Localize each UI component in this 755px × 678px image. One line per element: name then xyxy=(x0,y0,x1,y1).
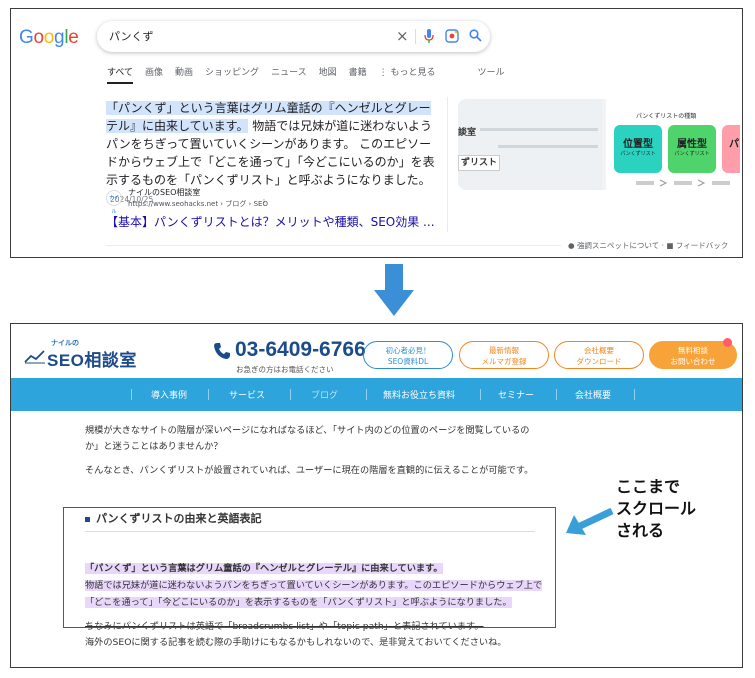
newsletter-signup-button[interactable]: 最新情報 メルマガ登録 xyxy=(459,341,549,369)
type-box-title: 位置型 xyxy=(623,139,653,150)
pointer-arrow-icon xyxy=(566,507,614,535)
button-line: ダウンロード xyxy=(576,357,622,366)
company-profile-download-button[interactable]: 会社概要 ダウンロード xyxy=(554,341,644,369)
down-arrow-icon xyxy=(374,264,414,316)
tools-button[interactable]: ツール xyxy=(478,65,505,84)
tab-books[interactable]: 書籍 xyxy=(349,65,367,84)
tab-maps[interactable]: 地図 xyxy=(319,65,337,84)
google-logo[interactable]: Google xyxy=(19,27,79,49)
type-box-title: 属性型 xyxy=(677,139,707,150)
text-line: 海外のSEOに関する記事を読む際の手助けにもなるかもしれないので、是非覚えておい… xyxy=(85,637,507,648)
google-logo-letter: G xyxy=(19,27,34,48)
text-line: か」と迷うことはありませんか？ xyxy=(85,441,223,452)
nav-case-studies[interactable]: 導入事例 xyxy=(151,388,187,401)
annotation-line: される xyxy=(616,521,665,540)
search-icon[interactable] xyxy=(469,29,482,42)
google-logo-letter: o xyxy=(43,27,55,48)
scroll-target-highlight-box xyxy=(63,507,556,628)
tab-images[interactable]: 画像 xyxy=(145,65,163,84)
nav-separator xyxy=(366,389,367,400)
notification-dot xyxy=(723,338,732,347)
thumbnail-left: 談室 ずリスト xyxy=(458,99,602,190)
type-box-sub: パンくずリスト xyxy=(674,151,710,157)
type-box-attribute: 属性型 パンくずリスト xyxy=(668,125,716,173)
phone-number[interactable]: 03-6409-6766 xyxy=(235,338,366,362)
google-logo-letter: e xyxy=(68,27,79,48)
microphone-icon[interactable] xyxy=(424,29,434,44)
feedback-icon: ■ xyxy=(666,241,674,250)
feedback-link[interactable]: フィードバック xyxy=(676,241,728,250)
more-options-icon[interactable]: ⋮ xyxy=(260,198,268,208)
type-box-third: パ xyxy=(722,125,740,173)
nav-seminars[interactable]: セミナー xyxy=(498,388,534,401)
nav-blog[interactable]: ブログ xyxy=(311,388,338,401)
nav-separator xyxy=(556,389,557,400)
google-logo-letter: o xyxy=(33,27,44,48)
tab-news[interactable]: ニュース xyxy=(271,65,307,84)
phone-icon xyxy=(214,343,230,359)
button-line: 会社概要 xyxy=(584,346,614,355)
tab-videos[interactable]: 動画 xyxy=(175,65,193,84)
site-name: ナイルのSEO相談室 xyxy=(128,188,201,197)
button-line: 最新情報 xyxy=(489,346,519,355)
about-snippets-link[interactable]: 強調スニペットについて xyxy=(577,241,659,250)
divider xyxy=(415,29,416,44)
divider xyxy=(106,245,561,246)
nav-services[interactable]: サービス xyxy=(229,388,265,401)
nav-separator xyxy=(131,389,132,400)
tab-all[interactable]: すべて xyxy=(107,65,134,84)
snippet-thumbnail[interactable]: 談室 ずリスト パンくずリストの種類 位置型 パンくずリスト 属性型 パンくずリ… xyxy=(458,99,740,190)
thumbnail-label: ずリスト xyxy=(458,155,500,171)
type-box-title: パ xyxy=(729,139,739,150)
nav-free-resources[interactable]: 無料お役立ち資料 xyxy=(383,388,455,401)
nav-separator xyxy=(290,389,291,400)
site-logo[interactable]: SEO相談室 xyxy=(47,346,137,371)
tab-shopping[interactable]: ショッピング xyxy=(205,65,259,84)
site-url: https://www.seohacks.net › ブログ › SEO xyxy=(128,200,268,208)
button-line: お問い合わせ xyxy=(670,357,716,366)
chart-logo-icon xyxy=(24,350,45,364)
type-box-sub: パンくずリスト xyxy=(620,151,656,157)
nav-company[interactable]: 会社概要 xyxy=(575,388,611,401)
button-line: 初心者必見！ xyxy=(385,346,431,355)
intro-paragraph: 規模が大きなサイトの階層が深いページになればなるほど、「サイト内のどの位置のペー… xyxy=(85,423,529,455)
button-line: メルマガ登録 xyxy=(481,357,527,366)
help-icon: ● xyxy=(568,241,575,250)
nav-separator xyxy=(208,389,209,400)
google-logo-letter: g xyxy=(54,27,65,48)
search-bar[interactable]: パンくず × xyxy=(97,21,490,52)
thumbnail-line xyxy=(498,145,598,148)
search-results-panel: Google パンくず × すべて 画像 動画 ショッピング ニュース 地図 書… xyxy=(10,8,743,258)
camera-lens-icon[interactable] xyxy=(445,29,459,43)
scroll-annotation: ここまで スクロール される xyxy=(616,476,696,542)
thumbnail-arrows xyxy=(636,179,730,187)
button-line: 無料相談 xyxy=(678,346,708,355)
button-line: SEO資料DL xyxy=(387,357,429,366)
snippet-footer: ● 強調スニペットについて · ■ フィードバック xyxy=(568,241,729,250)
phone-note: お急ぎの方はお電話ください xyxy=(236,365,334,374)
thumbnail-line xyxy=(480,128,598,131)
type-box-position: 位置型 パンくずリスト xyxy=(614,125,662,173)
intro-paragraph-2: そんなとき、パンくずリストが設置されていれば、ユーザーに現在の階層を直観的に伝え… xyxy=(85,465,534,476)
annotation-line: ここまで xyxy=(616,477,681,496)
annotation-line: スクロール xyxy=(616,499,697,518)
tab-more[interactable]: ⋮ もっと見る xyxy=(379,65,436,84)
main-nav: 導入事例 サービス ブログ 無料お役立ち資料 セミナー 会社概要 xyxy=(11,378,742,411)
site-favicon: ナイル xyxy=(106,190,122,215)
thumbnail-title: パンくずリストの種類 xyxy=(636,113,697,120)
website-panel: ナイルの SEO相談室 03-6409-6766 お急ぎの方はお電話ください 初… xyxy=(10,323,743,668)
text-line: 規模が大きなサイトの階層が深いページになればなるほど、「サイト内のどの位置のペー… xyxy=(85,425,530,436)
search-tabs: すべて 画像 動画 ショッピング ニュース 地図 書籍 ⋮ もっと見る ツール xyxy=(107,65,505,84)
thumbnail-heading: 談室 xyxy=(458,128,477,138)
result-title-link[interactable]: 【基本】パンくずリストとは？メリットや種類、SEO効果 ... xyxy=(106,213,435,230)
seo-document-download-button[interactable]: 初心者必見！ SEO資料DL xyxy=(363,341,453,369)
clear-icon[interactable]: × xyxy=(396,26,409,46)
divider xyxy=(447,97,448,232)
search-input[interactable]: パンくず xyxy=(109,28,154,44)
nav-separator xyxy=(634,389,635,400)
thumbnail-right: パンくずリストの種類 位置型 パンくずリスト 属性型 パンくずリスト パ xyxy=(606,99,740,190)
nav-separator xyxy=(480,389,481,400)
